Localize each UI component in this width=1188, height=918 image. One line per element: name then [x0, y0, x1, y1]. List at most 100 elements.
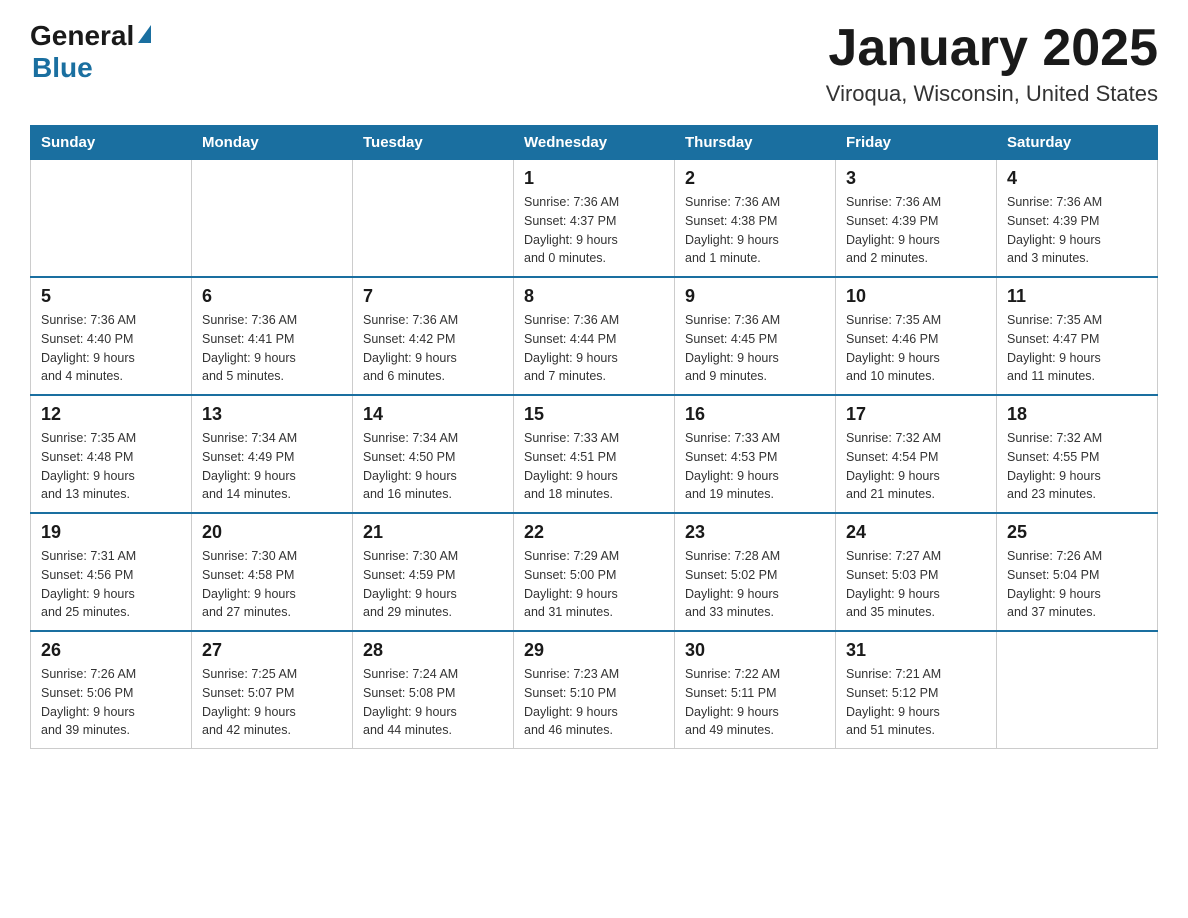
- day-number: 9: [685, 286, 825, 307]
- day-number: 14: [363, 404, 503, 425]
- calendar-cell: 2 Sunrise: 7:36 AM Sunset: 4:38 PM Daylig…: [675, 160, 836, 278]
- day-number: 13: [202, 404, 342, 425]
- day-number: 27: [202, 640, 342, 661]
- day-number: 3: [846, 168, 986, 189]
- calendar-cell: 20Sunrise: 7:30 AM Sunset: 4:58 PM Dayli…: [192, 513, 353, 631]
- calendar-cell: 10 Sunrise: 7:35 AM Sunset: 4:46 PM Dayli…: [836, 277, 997, 395]
- calendar-cell: [353, 160, 514, 278]
- day-number: 23: [685, 522, 825, 543]
- day-number: 8: [524, 286, 664, 307]
- calendar-cell: 29Sunrise: 7:23 AM Sunset: 5:10 PM Dayli…: [514, 631, 675, 749]
- calendar-cell: 14Sunrise: 7:34 AM Sunset: 4:50 PM Dayli…: [353, 395, 514, 513]
- day-number: 19: [41, 522, 181, 543]
- calendar-header-row: SundayMondayTuesdayWednesdayThursdayFrid…: [31, 126, 1158, 160]
- calendar-cell: 12 Sunrise: 7:35 AM Sunset: 4:48 PM Dayli…: [31, 395, 192, 513]
- day-info: Sunrise: 7:36 AM Sunset: 4:41 PM Dayligh…: [202, 311, 342, 386]
- day-info: Sunrise: 7:29 AM Sunset: 5:00 PM Dayligh…: [524, 547, 664, 622]
- calendar-cell: 6 Sunrise: 7:36 AM Sunset: 4:41 PM Daylig…: [192, 277, 353, 395]
- day-info: Sunrise: 7:27 AM Sunset: 5:03 PM Dayligh…: [846, 547, 986, 622]
- day-info: Sunrise: 7:36 AM Sunset: 4:44 PM Dayligh…: [524, 311, 664, 386]
- calendar-week-row: 19 Sunrise: 7:31 AM Sunset: 4:56 PM Dayli…: [31, 513, 1158, 631]
- calendar-week-row: 5 Sunrise: 7:36 AM Sunset: 4:40 PM Daylig…: [31, 277, 1158, 395]
- day-number: 12: [41, 404, 181, 425]
- day-number: 18: [1007, 404, 1147, 425]
- day-info: Sunrise: 7:36 AM Sunset: 4:37 PM Dayligh…: [524, 193, 664, 268]
- day-number: 17: [846, 404, 986, 425]
- calendar-cell: 17 Sunrise: 7:32 AM Sunset: 4:54 PM Dayli…: [836, 395, 997, 513]
- day-info: Sunrise: 7:36 AM Sunset: 4:39 PM Dayligh…: [846, 193, 986, 268]
- day-number: 2: [685, 168, 825, 189]
- calendar-cell: 25 Sunrise: 7:26 AM Sunset: 5:04 PM Dayli…: [997, 513, 1158, 631]
- calendar-cell: 3 Sunrise: 7:36 AM Sunset: 4:39 PM Daylig…: [836, 160, 997, 278]
- calendar-week-row: 26 Sunrise: 7:26 AM Sunset: 5:06 PM Dayli…: [31, 631, 1158, 749]
- calendar-cell: 11Sunrise: 7:35 AM Sunset: 4:47 PM Dayli…: [997, 277, 1158, 395]
- logo-blue-text: Blue: [32, 52, 93, 83]
- calendar-cell: 30 Sunrise: 7:22 AM Sunset: 5:11 PM Dayli…: [675, 631, 836, 749]
- day-info: Sunrise: 7:30 AM Sunset: 4:59 PM Dayligh…: [363, 547, 503, 622]
- day-info: Sunrise: 7:33 AM Sunset: 4:53 PM Dayligh…: [685, 429, 825, 504]
- day-number: 16: [685, 404, 825, 425]
- day-number: 22: [524, 522, 664, 543]
- day-info: Sunrise: 7:23 AM Sunset: 5:10 PM Dayligh…: [524, 665, 664, 740]
- day-info: Sunrise: 7:26 AM Sunset: 5:04 PM Dayligh…: [1007, 547, 1147, 622]
- day-number: 6: [202, 286, 342, 307]
- column-header-thursday: Thursday: [675, 126, 836, 160]
- calendar-table: SundayMondayTuesdayWednesdayThursdayFrid…: [30, 125, 1158, 749]
- column-header-sunday: Sunday: [31, 126, 192, 160]
- day-info: Sunrise: 7:26 AM Sunset: 5:06 PM Dayligh…: [41, 665, 181, 740]
- calendar-cell: [31, 160, 192, 278]
- calendar-cell: 5 Sunrise: 7:36 AM Sunset: 4:40 PM Daylig…: [31, 277, 192, 395]
- calendar-cell: 28Sunrise: 7:24 AM Sunset: 5:08 PM Dayli…: [353, 631, 514, 749]
- day-number: 25: [1007, 522, 1147, 543]
- calendar-cell: 27Sunrise: 7:25 AM Sunset: 5:07 PM Dayli…: [192, 631, 353, 749]
- calendar-cell: [997, 631, 1158, 749]
- day-info: Sunrise: 7:36 AM Sunset: 4:40 PM Dayligh…: [41, 311, 181, 386]
- day-info: Sunrise: 7:32 AM Sunset: 4:54 PM Dayligh…: [846, 429, 986, 504]
- day-number: 4: [1007, 168, 1147, 189]
- calendar-cell: 16 Sunrise: 7:33 AM Sunset: 4:53 PM Dayli…: [675, 395, 836, 513]
- day-number: 30: [685, 640, 825, 661]
- calendar-subtitle: Viroqua, Wisconsin, United States: [826, 81, 1158, 107]
- day-info: Sunrise: 7:35 AM Sunset: 4:48 PM Dayligh…: [41, 429, 181, 504]
- day-info: Sunrise: 7:21 AM Sunset: 5:12 PM Dayligh…: [846, 665, 986, 740]
- day-number: 11: [1007, 286, 1147, 307]
- logo: General Blue: [30, 20, 151, 84]
- column-header-monday: Monday: [192, 126, 353, 160]
- calendar-cell: 26 Sunrise: 7:26 AM Sunset: 5:06 PM Dayli…: [31, 631, 192, 749]
- day-info: Sunrise: 7:33 AM Sunset: 4:51 PM Dayligh…: [524, 429, 664, 504]
- calendar-cell: 15 Sunrise: 7:33 AM Sunset: 4:51 PM Dayli…: [514, 395, 675, 513]
- calendar-cell: 8 Sunrise: 7:36 AM Sunset: 4:44 PM Daylig…: [514, 277, 675, 395]
- day-number: 21: [363, 522, 503, 543]
- calendar-title: January 2025: [826, 20, 1158, 77]
- day-info: Sunrise: 7:36 AM Sunset: 4:39 PM Dayligh…: [1007, 193, 1147, 268]
- calendar-week-row: 12 Sunrise: 7:35 AM Sunset: 4:48 PM Dayli…: [31, 395, 1158, 513]
- calendar-cell: 21 Sunrise: 7:30 AM Sunset: 4:59 PM Dayli…: [353, 513, 514, 631]
- day-number: 26: [41, 640, 181, 661]
- calendar-cell: 19 Sunrise: 7:31 AM Sunset: 4:56 PM Dayli…: [31, 513, 192, 631]
- day-number: 10: [846, 286, 986, 307]
- day-number: 5: [41, 286, 181, 307]
- day-info: Sunrise: 7:35 AM Sunset: 4:46 PM Dayligh…: [846, 311, 986, 386]
- calendar-cell: 13 Sunrise: 7:34 AM Sunset: 4:49 PM Dayli…: [192, 395, 353, 513]
- day-info: Sunrise: 7:22 AM Sunset: 5:11 PM Dayligh…: [685, 665, 825, 740]
- logo-triangle-icon: [138, 25, 151, 43]
- logo-general-text: General: [30, 20, 134, 52]
- column-header-friday: Friday: [836, 126, 997, 160]
- calendar-cell: 18 Sunrise: 7:32 AM Sunset: 4:55 PM Dayli…: [997, 395, 1158, 513]
- day-number: 28: [363, 640, 503, 661]
- day-info: Sunrise: 7:31 AM Sunset: 4:56 PM Dayligh…: [41, 547, 181, 622]
- calendar-cell: 1 Sunrise: 7:36 AM Sunset: 4:37 PM Daylig…: [514, 160, 675, 278]
- day-info: Sunrise: 7:36 AM Sunset: 4:45 PM Dayligh…: [685, 311, 825, 386]
- column-header-tuesday: Tuesday: [353, 126, 514, 160]
- page-header: General Blue January 2025 Viroqua, Wisco…: [30, 20, 1158, 107]
- calendar-week-row: 1 Sunrise: 7:36 AM Sunset: 4:37 PM Daylig…: [31, 160, 1158, 278]
- day-info: Sunrise: 7:36 AM Sunset: 4:38 PM Dayligh…: [685, 193, 825, 268]
- column-header-wednesday: Wednesday: [514, 126, 675, 160]
- day-info: Sunrise: 7:32 AM Sunset: 4:55 PM Dayligh…: [1007, 429, 1147, 504]
- day-number: 1: [524, 168, 664, 189]
- day-info: Sunrise: 7:34 AM Sunset: 4:49 PM Dayligh…: [202, 429, 342, 504]
- day-number: 15: [524, 404, 664, 425]
- calendar-cell: 31 Sunrise: 7:21 AM Sunset: 5:12 PM Dayli…: [836, 631, 997, 749]
- day-number: 31: [846, 640, 986, 661]
- day-number: 7: [363, 286, 503, 307]
